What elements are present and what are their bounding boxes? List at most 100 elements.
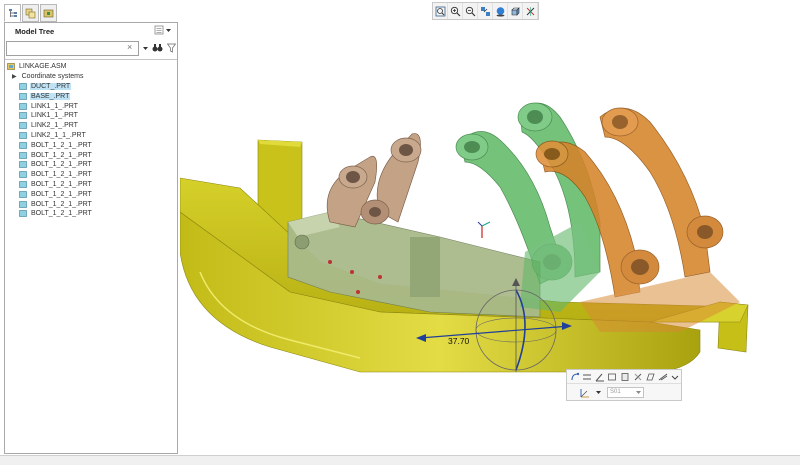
tree-root-label: LINKAGE.ASM [19, 63, 67, 71]
datum-axis-icon[interactable] [579, 387, 590, 398]
mini-toolbar: S01 [566, 369, 682, 401]
layers-tab-icon [25, 8, 36, 18]
part-icon [19, 92, 27, 100]
close-icon[interactable]: × [127, 42, 132, 52]
distance-constraint-icon [583, 374, 592, 379]
part-icon [19, 171, 27, 178]
tree-item-part[interactable]: LINK1_1_.PRT [5, 101, 177, 111]
tree-item-label: LINK2_1_.PRT [31, 122, 78, 130]
model-tree-tab[interactable] [4, 4, 21, 22]
zoom-in-icon [450, 6, 460, 16]
tree-separator [5, 59, 177, 60]
tree-item-label: BOLT_1_2_1_.PRT [31, 161, 92, 169]
distance-constraint-button[interactable] [582, 371, 594, 383]
centered-constraint-button[interactable] [657, 371, 669, 383]
part-icon [19, 161, 27, 169]
tree-items: ▶ Coordinate systems DUCT_.PRT BASE_.PRT LIN… [5, 72, 177, 219]
tree-item-label: LINK1_1_.PRT [31, 112, 78, 120]
centered-constraint-icon [658, 373, 668, 380]
part-icon [19, 190, 27, 198]
tree-item-part[interactable]: BOLT_1_2_1_.PRT [5, 209, 177, 219]
assembly-icon [7, 63, 15, 71]
normal-constraint-icon [634, 373, 641, 380]
dimension-value[interactable]: 37.70 [448, 336, 470, 346]
tree-item-part[interactable]: LINK2_1_.PRT [5, 121, 177, 131]
tree-item-part[interactable]: BOLT_1_2_1_.PRT [5, 140, 177, 150]
tree-item-part[interactable]: BASE_.PRT [5, 91, 177, 101]
mini-toolbar-reference: S01 [567, 384, 681, 400]
saved-views-icon [496, 6, 504, 16]
datum-display-icon [526, 6, 534, 16]
panel-tabs [4, 4, 57, 24]
chevron-down-icon[interactable] [143, 46, 148, 51]
coplanar-constraint-button[interactable] [644, 371, 656, 383]
binoculars-icon[interactable] [152, 43, 163, 53]
tree-search-input[interactable] [6, 40, 139, 56]
automatic-constraint-button[interactable] [569, 371, 581, 383]
tree-item-part[interactable]: BOLT_1_2_1_.PRT [5, 189, 177, 199]
chevron-down-icon [636, 390, 641, 394]
datum-display-button[interactable] [523, 3, 538, 19]
model-tree-header: Model Tree [5, 23, 177, 39]
zoom-in-button[interactable] [448, 3, 463, 19]
tree-settings-icon [154, 25, 164, 35]
tree-item-part[interactable]: BOLT_1_2_1_.PRT [5, 199, 177, 209]
normal-constraint-button[interactable] [632, 371, 644, 383]
coordinate-system-marker [477, 221, 491, 238]
tree-item-part[interactable]: BOLT_1_2_1_.PRT [5, 180, 177, 190]
tree-item-label: LINK1_1_.PRT [31, 102, 78, 110]
repaint-icon [480, 6, 490, 16]
tree-item-part[interactable]: DUCT_.PRT [5, 82, 177, 92]
filter-icon[interactable] [167, 43, 176, 53]
part-icon [19, 112, 27, 120]
tree-item-label: DUCT_.PRT [30, 82, 72, 90]
tree-item-label: BOLT_1_2_1_.PRT [31, 180, 92, 188]
expand-arrow-icon[interactable]: ▶ [12, 73, 17, 80]
saved-views-button[interactable] [493, 3, 508, 19]
part-icon [19, 132, 27, 139]
left-panel: Model Tree × LINKAGE.ASM ▶ Coordinate sy… [0, 0, 180, 465]
tree-item-part[interactable]: LINK2_1_1_.PRT [5, 131, 177, 141]
tree-item-label: Coordinate systems [21, 73, 84, 81]
tree-item-part[interactable]: BOLT_1_2_1_.PRT [5, 170, 177, 180]
chevron-down-icon[interactable] [596, 390, 601, 395]
chevron-down-icon [166, 28, 171, 32]
model-tree-tab-icon [8, 9, 17, 17]
tree-item-label: BOLT_1_2_1_.PRT [31, 141, 92, 149]
status-bar [0, 455, 800, 465]
model-tree-panel: Model Tree × LINKAGE.ASM ▶ Coordinate sy… [4, 22, 178, 454]
folder-tab[interactable] [40, 4, 57, 22]
tree-item-part[interactable]: LINK1_1_.PRT [5, 111, 177, 121]
tree-item-part[interactable]: BOLT_1_2_1_.PRT [5, 160, 177, 170]
graphics-viewport[interactable]: 37.70 [180, 22, 800, 455]
refit-icon [435, 6, 445, 16]
parallel-constraint-button[interactable] [607, 371, 619, 383]
link1-part[interactable] [326, 133, 422, 228]
tree-item-label: LINK2_1_1_.PRT [31, 131, 86, 139]
automatic-constraint-icon [571, 372, 579, 380]
coplanar-constraint-icon [646, 373, 655, 380]
tree-settings[interactable] [154, 25, 171, 35]
more-constraints-button[interactable] [670, 371, 682, 383]
display-style-button[interactable] [508, 3, 523, 19]
refit-button[interactable] [433, 3, 448, 19]
reference-select[interactable]: S01 [607, 386, 644, 398]
graphics-toolbar [432, 2, 539, 20]
layers-tab[interactable] [22, 4, 39, 22]
angle-constraint-button[interactable] [594, 371, 606, 383]
tree-item-coordinate-systems[interactable]: ▶ Coordinate systems [5, 72, 177, 82]
repaint-button[interactable] [478, 3, 493, 19]
search-tools [143, 43, 176, 53]
part-icon [19, 151, 27, 159]
search-row: × [5, 39, 177, 57]
tree-item-part[interactable]: BOLT_1_2_1_.PRT [5, 150, 177, 160]
zoom-out-icon [465, 6, 475, 16]
display-style-icon [510, 6, 520, 16]
zoom-out-button[interactable] [463, 3, 478, 19]
mini-toolbar-constraints [567, 370, 681, 384]
parallel-constraint-icon [608, 373, 617, 380]
part-icon [19, 141, 27, 149]
coincident-constraint-button[interactable] [619, 371, 631, 383]
tree-root-assembly[interactable]: LINKAGE.ASM [5, 62, 177, 72]
coincident-constraint-icon [621, 372, 629, 381]
